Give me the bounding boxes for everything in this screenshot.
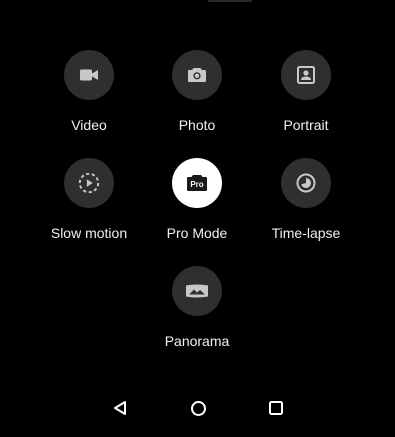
mode-portrait-tile — [281, 50, 331, 100]
mode-label: Panorama — [164, 333, 230, 349]
mode-panorama[interactable]: Panorama — [137, 266, 257, 349]
back-button[interactable] — [108, 396, 132, 420]
pro-mode-icon: Pro — [187, 175, 207, 191]
mode-video[interactable]: Video — [29, 50, 149, 133]
top-handle — [208, 0, 252, 2]
mode-label: Slow motion — [50, 225, 128, 241]
video-camera-icon — [80, 69, 98, 81]
panorama-icon — [186, 284, 208, 298]
back-icon — [114, 401, 126, 415]
recents-button[interactable] — [264, 396, 288, 420]
mode-label: Time-lapse — [271, 225, 341, 241]
time-lapse-icon — [296, 173, 316, 193]
mode-label: Portrait — [283, 117, 329, 133]
svg-text:Pro: Pro — [190, 180, 203, 189]
recents-icon — [269, 401, 283, 415]
camera-icon — [188, 68, 206, 82]
mode-pro-tile: Pro — [172, 158, 222, 208]
home-button[interactable] — [186, 396, 210, 420]
mode-video-tile — [64, 50, 114, 100]
mode-photo[interactable]: Photo — [137, 50, 257, 133]
home-icon — [190, 400, 206, 416]
mode-panorama-tile — [172, 266, 222, 316]
mode-photo-tile — [172, 50, 222, 100]
portrait-icon — [297, 66, 315, 84]
mode-time-lapse-tile — [281, 158, 331, 208]
mode-label: Video — [71, 117, 107, 133]
mode-pro[interactable]: Pro Pro Mode — [137, 158, 257, 241]
mode-slow-motion-tile — [64, 158, 114, 208]
mode-portrait[interactable]: Portrait — [246, 50, 366, 133]
mode-slow-motion[interactable]: Slow motion — [29, 158, 149, 241]
slow-motion-icon — [78, 172, 100, 194]
mode-time-lapse[interactable]: Time-lapse — [246, 158, 366, 241]
mode-label: Photo — [178, 117, 216, 133]
mode-label: Pro Mode — [166, 225, 228, 241]
